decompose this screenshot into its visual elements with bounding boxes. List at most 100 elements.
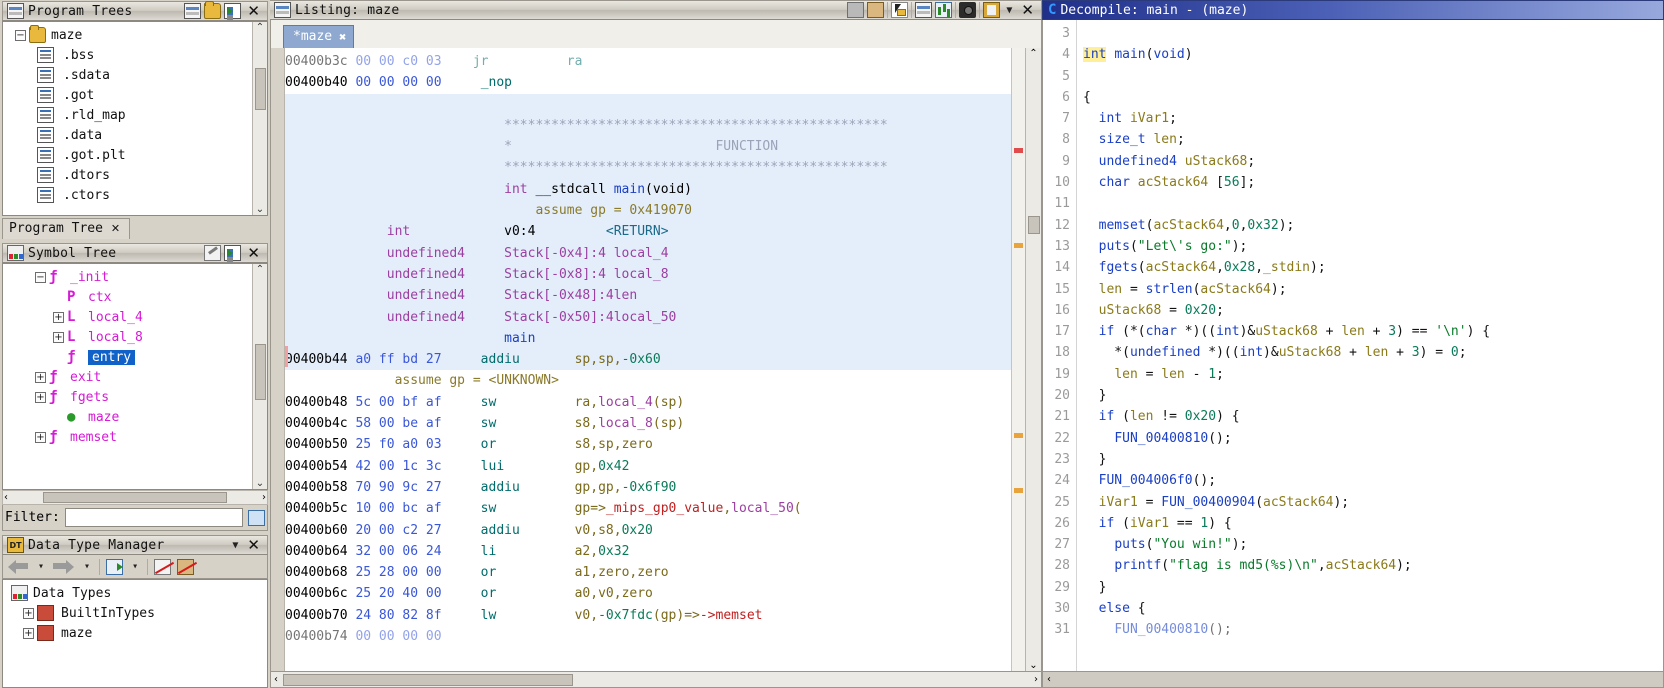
tab-maze[interactable]: *maze ✖ — [283, 25, 355, 48]
decompile-line[interactable]: char acStack64 [56]; — [1083, 172, 1663, 193]
export-icon[interactable] — [224, 245, 242, 261]
scroll-left-icon[interactable]: ‹ — [1043, 674, 1055, 685]
listing-line[interactable]: main — [285, 327, 1011, 350]
program-trees-scrollbar[interactable]: ⌃ ⌄ — [252, 22, 267, 215]
listing-line[interactable]: undefined4 Stack[-0x48]:4len — [285, 285, 1011, 307]
program-tree-node[interactable]: .got.plt — [3, 145, 252, 165]
scroll-down-icon[interactable]: ⌄ — [1029, 660, 1037, 671]
expand-toggle-icon[interactable]: + — [35, 371, 46, 383]
listing-line[interactable]: assume gp = <UNKNOWN> — [285, 370, 1011, 391]
decompile-line[interactable] — [1083, 193, 1663, 214]
listing-line[interactable]: int __stdcall main(void) — [285, 178, 1011, 201]
scroll-down-icon[interactable]: ⌄ — [256, 478, 264, 489]
listing-line[interactable]: 00400b44 a0 ff bd 27 addiu sp,sp,-0x60 — [285, 349, 1011, 371]
snapshot-icon[interactable] — [959, 2, 977, 18]
listing-line[interactable]: undefined4 Stack[-0x4]:4 local_4 — [285, 242, 1011, 264]
hscroll-thumb[interactable] — [43, 492, 227, 503]
data-types-node[interactable]: + BuiltInTypes — [3, 603, 267, 623]
filter-arrays-off-icon[interactable] — [177, 558, 195, 575]
listing-marker-bar[interactable] — [1011, 48, 1025, 671]
listing-line[interactable]: 00400b50 25 f0 a0 03 or s8,sp,zero — [285, 434, 1011, 455]
symbol-tree-item[interactable]: ƒ entry — [3, 347, 252, 367]
listing-line[interactable]: 00400b70 24 80 82 8f lw v0,-0x7fdc(gp)=>… — [285, 605, 1011, 626]
scroll-up-icon[interactable]: ⌃ — [256, 264, 264, 275]
listing-line[interactable]: undefined4 Stack[-0x50]:4local_50 — [285, 306, 1011, 328]
decompile-line[interactable]: iVar1 = FUN_00400904(acStack64); — [1083, 492, 1663, 513]
listing-line[interactable] — [285, 93, 1011, 115]
listing-line[interactable]: 00400b58 70 90 9c 27 addiu gp,gp,-0x6f90 — [285, 477, 1011, 498]
scroll-up-icon[interactable]: ⌃ — [1029, 48, 1037, 59]
listing-line[interactable]: ****************************************… — [285, 157, 1011, 179]
copy-icon[interactable] — [847, 2, 865, 18]
listing-hscrollbar[interactable]: ‹ › — [270, 672, 1042, 688]
scroll-left-icon[interactable]: ‹ — [271, 674, 281, 685]
scrollbar-thumb[interactable] — [254, 67, 266, 110]
scrollbar-thumb[interactable] — [1027, 215, 1040, 234]
close-icon[interactable]: ✕ — [1018, 2, 1037, 18]
scroll-left-icon[interactable]: ‹ — [4, 492, 8, 503]
symbol-tree-scrollbar[interactable]: ⌃ ⌄ — [252, 264, 267, 489]
program-tree-node[interactable]: .bss — [3, 45, 252, 65]
back-arrow-icon[interactable] — [7, 559, 29, 575]
decompile-line[interactable] — [1083, 66, 1663, 87]
symbol-tree-item[interactable]: + ƒ memset — [3, 427, 252, 447]
decompile-line[interactable]: if (len != 0x20) { — [1083, 406, 1663, 427]
decompile-line[interactable]: memset(acStack64,0,0x32); — [1083, 215, 1663, 236]
program-tree-node[interactable]: .dtors — [3, 165, 252, 185]
data-types-node[interactable]: + maze — [3, 623, 267, 643]
listing-line[interactable]: undefined4 Stack[-0x8]:4 local_8 — [285, 263, 1011, 286]
cursor-select-icon[interactable] — [891, 2, 909, 18]
scroll-right-icon[interactable]: › — [1031, 674, 1041, 685]
symbol-tree-item[interactable]: + ƒ fgets — [3, 387, 252, 407]
scroll-right-icon[interactable]: › — [262, 492, 266, 503]
expand-toggle-icon[interactable]: + — [53, 331, 64, 343]
filter-options-icon[interactable] — [248, 509, 265, 526]
data-types-tree[interactable]: Data Types + BuiltInTypes + maze — [2, 579, 268, 688]
close-icon[interactable]: ✕ — [244, 537, 263, 553]
program-tree-nodes[interactable]: .bss .sdata .got .rld_map .data .got.plt .dtor… — [3, 45, 252, 205]
new-tree-icon[interactable] — [184, 3, 202, 19]
back-dropdown-icon[interactable]: ▾ — [35, 561, 47, 572]
decompile-line[interactable]: len = strlen(acStack64); — [1083, 279, 1663, 300]
decompile-line[interactable]: *(undefined *)((int)&uStack68 + len + 3)… — [1083, 342, 1663, 363]
decompile-line[interactable]: if (iVar1 == 1) { — [1083, 513, 1663, 534]
tree-root-row[interactable]: − maze — [3, 25, 252, 45]
scrollbar-thumb[interactable] — [254, 343, 266, 400]
decompile-line[interactable]: else { — [1083, 598, 1663, 619]
rename-icon[interactable] — [204, 245, 222, 261]
program-tree-node[interactable]: .got — [3, 85, 252, 105]
listing-line[interactable]: int v0:4 <RETURN> — [285, 221, 1011, 243]
listing-line[interactable]: 00400b6c 25 20 40 00 or a0,v0,zero — [285, 583, 1011, 604]
close-icon[interactable]: ✕ — [244, 3, 263, 19]
collapse-toggle-icon[interactable]: − — [35, 271, 46, 283]
expand-toggle-icon[interactable]: + — [53, 311, 64, 323]
decompile-line[interactable]: puts("You win!"); — [1083, 534, 1663, 555]
decompile-line[interactable]: fgets(acStack64,0x28,_stdin); — [1083, 257, 1663, 278]
listing-tabstrip[interactable]: *maze ✖ — [270, 20, 1042, 48]
program-tree-node[interactable]: .sdata — [3, 65, 252, 85]
expand-toggle-icon[interactable]: + — [23, 627, 34, 639]
decompile-line[interactable]: int iVar1; — [1083, 108, 1663, 129]
program-trees-list[interactable]: − maze .bss .sdata .got .rld_map .data .got.p… — [3, 22, 252, 215]
dropdown-icon[interactable]: ▼ — [1003, 5, 1015, 16]
scroll-down-icon[interactable]: ⌄ — [256, 204, 264, 215]
listing-line[interactable]: 00400b60 20 00 c2 27 addiu v0,s8,0x20 — [285, 520, 1011, 541]
symbol-tree-tree[interactable]: − ƒ _init Pctx + Llocal_4 + Llocal_8 ƒ entry + ƒ exi… — [2, 263, 268, 490]
open-folder-icon[interactable] — [204, 1, 222, 19]
diff-icon[interactable] — [935, 2, 953, 18]
decompile-line[interactable]: { — [1083, 87, 1663, 108]
tab-close-icon[interactable]: ✕ — [108, 223, 123, 234]
decompile-line[interactable]: uStack68 = 0x20; — [1083, 300, 1663, 321]
close-icon[interactable]: ✕ — [244, 245, 263, 261]
decompile-line[interactable]: puts("Let\'s go:"); — [1083, 236, 1663, 257]
listing-code-area[interactable]: 00400b3c 00 00 c0 03 jr ra 00400b40 00 00… — [285, 48, 1011, 671]
decompile-line[interactable]: } — [1083, 449, 1663, 470]
symbol-tree-item[interactable]: + Llocal_8 — [3, 327, 252, 347]
program-tree-tabstrip[interactable]: Program Tree ✕ — [2, 217, 268, 239]
decompile-line[interactable]: len = len - 1; — [1083, 364, 1663, 385]
decompile-line[interactable]: FUN_00400810(); — [1083, 619, 1663, 640]
decompile-line[interactable]: } — [1083, 577, 1663, 598]
program-trees-tree[interactable]: − maze .bss .sdata .got .rld_map .data .got.p… — [2, 21, 268, 216]
symbol-tree-item[interactable]: + ƒ exit — [3, 367, 252, 387]
scroll-up-icon[interactable]: ⌃ — [256, 22, 264, 33]
